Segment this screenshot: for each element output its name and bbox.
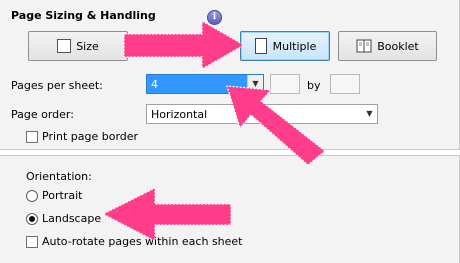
size-button[interactable]: Size xyxy=(28,31,128,61)
print-border-label: Print page border xyxy=(42,130,139,143)
print-border-checkbox[interactable] xyxy=(26,131,38,143)
fit-size-icon xyxy=(57,38,72,54)
pages-per-sheet-value: 4 xyxy=(151,78,158,91)
page-sizing-panel: Page Sizing & Handling i Size Multiple B… xyxy=(0,0,460,150)
booklet-icon xyxy=(356,39,372,53)
size-button-label: Size xyxy=(76,39,99,53)
orientation-panel: Orientation: Portrait Landscape Auto-rot… xyxy=(0,155,460,263)
portrait-radio[interactable] xyxy=(26,190,38,202)
landscape-radio[interactable] xyxy=(26,213,38,225)
page-order-label: Page order: xyxy=(11,108,74,121)
pages-per-sheet-label: Pages per sheet: xyxy=(11,79,103,92)
booklet-button-label: Booklet xyxy=(377,39,419,53)
orientation-label: Orientation: xyxy=(26,170,92,183)
page-order-select[interactable]: Horizontal ▼ xyxy=(146,104,378,124)
chevron-down-icon[interactable]: ▼ xyxy=(247,75,263,93)
booklet-button[interactable]: Booklet xyxy=(338,31,437,61)
selection-highlight xyxy=(148,76,246,92)
multiple-pages-icon xyxy=(254,38,268,54)
pages-per-sheet-select[interactable]: 4 ▼ xyxy=(146,74,264,94)
auto-rotate-label: Auto-rotate pages within each sheet xyxy=(42,235,243,248)
multiple-button-label: Multiple xyxy=(272,39,317,53)
info-icon[interactable]: i xyxy=(207,10,222,25)
landscape-label: Landscape xyxy=(42,212,102,225)
pages-rows-input[interactable] xyxy=(330,74,360,94)
section-title: Page Sizing & Handling xyxy=(11,9,156,22)
multiple-button[interactable]: Multiple xyxy=(240,31,330,61)
auto-rotate-checkbox[interactable] xyxy=(26,236,38,248)
pages-columns-input[interactable] xyxy=(270,74,300,94)
chevron-down-icon[interactable]: ▼ xyxy=(362,105,377,123)
page-order-value: Horizontal xyxy=(151,108,208,121)
portrait-label: Portrait xyxy=(42,189,83,202)
by-label: by xyxy=(307,79,321,92)
